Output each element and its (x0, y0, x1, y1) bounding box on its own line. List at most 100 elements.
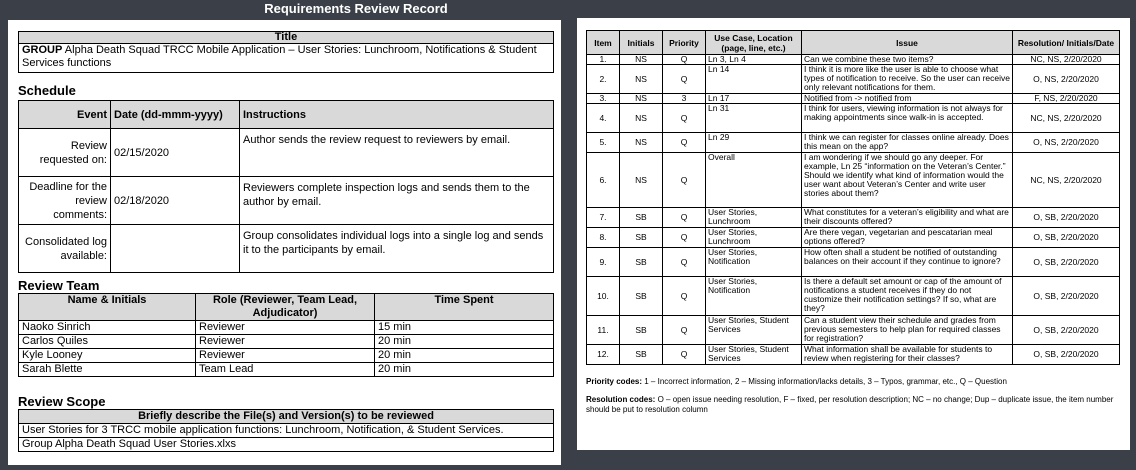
group-label: GROUP (22, 44, 63, 56)
title-header: Title (18, 31, 554, 44)
resolution-codes-label: Resolution codes: (586, 395, 656, 404)
issue-cell: What information shall be available for … (801, 344, 1013, 365)
issue-cell: Can we combine these two items? (801, 54, 1013, 65)
instructions-cell: Reviewers complete inspection logs and s… (239, 176, 554, 225)
initials-cell: NS (619, 103, 663, 133)
location-cell: Ln 17 (705, 93, 802, 104)
scope-line: User Stories for 3 TRCC mobile applicati… (18, 423, 554, 438)
review-scope-table: Briefly describe the File(s) and Version… (18, 409, 554, 452)
initials-cell: NS (619, 93, 663, 104)
priority-codes-text: 1 – Incorrect information, 2 – Missing i… (644, 377, 1007, 386)
team-row: Naoko Sinrich Reviewer 15 min (18, 320, 554, 335)
document-title: Requirements Review Record (264, 1, 448, 16)
issue-row: 9. SB Q User Stories, Notification How often… (586, 247, 1120, 277)
location-cell: Ln 31 (705, 103, 802, 133)
schedule-row: Deadline for the review comments: 02/18/… (18, 176, 554, 225)
resolution-cell: O, SB, 2/20/2020 (1012, 227, 1120, 248)
role-cell: Reviewer (195, 348, 375, 363)
time-cell: 20 min (374, 334, 554, 349)
initials-cell: SB (619, 276, 663, 316)
name-cell: Kyle Looney (18, 348, 196, 363)
col-time: Time Spent (374, 293, 554, 321)
location-cell: User Stories, Notification (705, 247, 802, 277)
item-cell: 6. (586, 152, 620, 208)
issue-cell: Are there vegan, vegetarian and pescatar… (801, 227, 1013, 248)
initials-cell: NS (619, 64, 663, 94)
priority-codes-label: Priority codes: (586, 377, 643, 386)
time-cell: 20 min (374, 348, 554, 363)
review-team-table: Name & Initials Role (Reviewer, Team Lea… (18, 293, 554, 377)
priority-codes: Priority codes: 1 – Incorrect informatio… (586, 377, 1116, 387)
date-cell: 02/18/2020 (110, 176, 240, 225)
time-cell: 15 min (374, 320, 554, 335)
resolution-cell: F, NS, 2/20/2020 (1012, 93, 1120, 104)
issue-cell: I am wondering if we should go any deepe… (801, 152, 1013, 208)
title-table: Title GROUP Alpha Death Squad TRCC Mobil… (18, 31, 554, 73)
issue-row: 3. NS 3 Ln 17 Notified from -> notified from… (586, 93, 1120, 104)
location-cell: Ln 3, Ln 4 (705, 54, 802, 65)
col-name: Name & Initials (18, 293, 196, 321)
schedule-row: Consolidated log available: Group consol… (18, 224, 554, 273)
codes-legend: Priority codes: 1 – Incorrect informatio… (586, 377, 1116, 415)
priority-cell: Q (662, 132, 706, 153)
resolution-cell: O, SB, 2/20/2020 (1012, 276, 1120, 316)
item-cell: 5. (586, 132, 620, 153)
priority-cell: Q (662, 247, 706, 277)
item-cell: 1. (586, 54, 620, 65)
issue-cell: I think we can register for classes onli… (801, 132, 1013, 153)
issue-row: 2. NS Q Ln 14 I think it is more like the us… (586, 64, 1120, 94)
issue-row: 10. SB Q User Stories, Notification Is there… (586, 276, 1120, 316)
priority-cell: Q (662, 344, 706, 365)
location-cell: Overall (705, 152, 802, 208)
name-cell: Carlos Quiles (18, 334, 196, 349)
event-cell: Review requested on: (18, 128, 111, 177)
review-scope-heading: Review Scope (18, 394, 106, 409)
priority-cell: 3 (662, 93, 706, 104)
name-cell: Sarah Blette (18, 362, 196, 377)
priority-cell: Q (662, 207, 706, 228)
review-record-page: Title GROUP Alpha Death Squad TRCC Mobil… (8, 20, 561, 465)
resolution-cell: O, SB, 2/20/2020 (1012, 344, 1120, 365)
instructions-cell: Author sends the review request to revie… (239, 128, 554, 177)
item-cell: 12. (586, 344, 620, 365)
role-cell: Reviewer (195, 334, 375, 349)
issue-row: 7. SB Q User Stories, Lunchroom What constit… (586, 207, 1120, 228)
event-cell: Consolidated log available: (18, 224, 111, 273)
col-role: Role (Reviewer, Team Lead, Adjudicator) (195, 293, 375, 321)
issue-cell: What constitutes for a veteran’s eligibi… (801, 207, 1013, 228)
issue-row: 4. NS Q Ln 31 I think for users, viewing inf… (586, 103, 1120, 133)
issue-log-page: Item Initials Priority Use Case, Locatio… (577, 18, 1130, 450)
schedule-table: Event Date (dd-mmm-yyyy) Instructions Re… (18, 100, 554, 273)
date-cell: 02/15/2020 (110, 128, 240, 177)
team-row: Kyle Looney Reviewer 20 min (18, 348, 554, 363)
resolution-cell: NC, NS, 2/20/2020 (1012, 152, 1120, 208)
team-row: Carlos Quiles Reviewer 20 min (18, 334, 554, 349)
resolution-cell: NC, NS, 2/20/2020 (1012, 54, 1120, 65)
item-cell: 8. (586, 227, 620, 248)
time-cell: 20 min (374, 362, 554, 377)
item-cell: 2. (586, 64, 620, 94)
col-event: Event (18, 100, 111, 129)
date-cell (110, 224, 240, 273)
item-cell: 11. (586, 315, 620, 345)
resolution-codes: Resolution codes: O – open issue needing… (586, 395, 1116, 415)
issue-cell: How often shall a student be notified of… (801, 247, 1013, 277)
priority-cell: Q (662, 103, 706, 133)
schedule-row: Review requested on: 02/15/2020 Author s… (18, 128, 554, 177)
location-cell: Ln 29 (705, 132, 802, 153)
initials-cell: SB (619, 315, 663, 345)
resolution-cell: O, SB, 2/20/2020 (1012, 207, 1120, 228)
title-text: Alpha Death Squad TRCC Mobile Applicatio… (22, 44, 537, 69)
resolution-cell: O, NS, 2/20/2020 (1012, 132, 1120, 153)
col-instructions: Instructions (239, 100, 554, 129)
issue-log-table: Item Initials Priority Use Case, Locatio… (586, 30, 1120, 365)
priority-cell: Q (662, 152, 706, 208)
issue-cell: Is there a default set amount or cap of … (801, 276, 1013, 316)
col-resolution: Resolution/ Initials/Date (1012, 30, 1120, 55)
review-team-heading: Review Team (18, 278, 100, 293)
role-cell: Reviewer (195, 320, 375, 335)
issue-row: 6. NS Q Overall I am wondering if we should … (586, 152, 1120, 208)
item-cell: 9. (586, 247, 620, 277)
location-cell: User Stories, Lunchroom (705, 207, 802, 228)
initials-cell: SB (619, 207, 663, 228)
